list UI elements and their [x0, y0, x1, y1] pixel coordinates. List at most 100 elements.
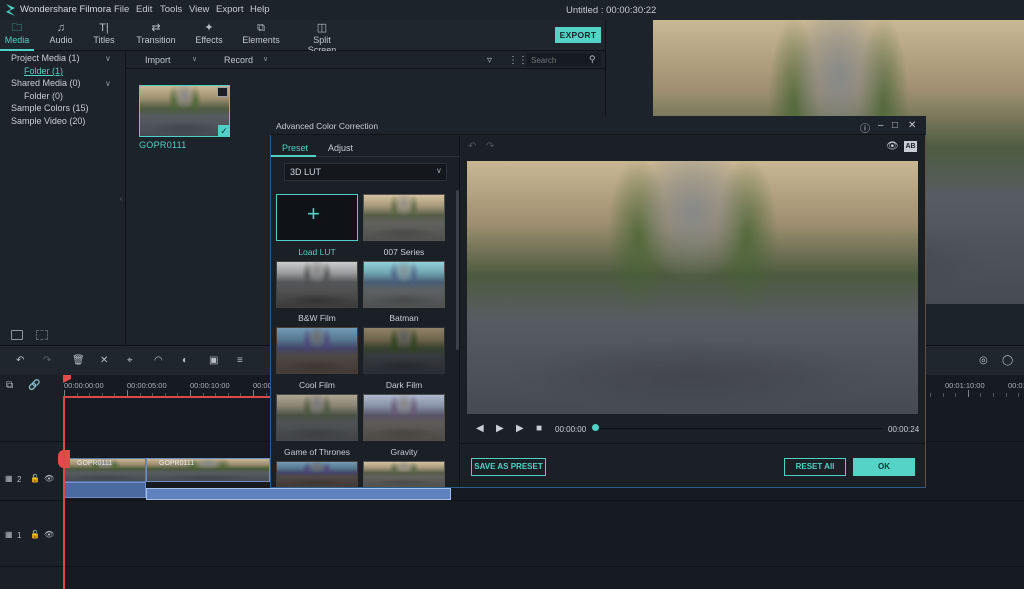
tab-adjust[interactable]: Adjust [328, 143, 353, 153]
playback-progress-track[interactable] [596, 428, 882, 429]
timeline-clip[interactable]: GOPR0111 [64, 458, 146, 482]
cut-icon[interactable]: ✕ [100, 355, 108, 366]
tab-split-screen[interactable]: ◫ Split Screen [299, 22, 345, 55]
active-tab-indicator [271, 155, 316, 157]
preset-dark-film[interactable] [363, 327, 445, 374]
library-sample-colors[interactable]: Sample Colors (15) [11, 103, 89, 113]
menu-export[interactable]: Export [216, 4, 243, 15]
preset-thumbnail[interactable] [276, 461, 358, 487]
undo-icon[interactable]: ↶ [16, 355, 24, 366]
crop-icon[interactable]: ⌖ [127, 355, 133, 366]
tab-titles[interactable]: T| Titles [91, 22, 117, 50]
playback-progress-knob[interactable] [592, 424, 599, 431]
preset-label: Cool Film [299, 380, 335, 390]
color-icon[interactable]: ◐ [182, 355, 188, 366]
audio-waveform[interactable] [64, 482, 146, 498]
delete-icon[interactable]: 🗑 [72, 355, 85, 366]
preset-label: B&W Film [298, 313, 336, 323]
audio-mixer-icon[interactable]: ≡ [237, 355, 243, 366]
tab-audio[interactable]: ♫ Audio [48, 22, 74, 50]
chevron-down-icon[interactable]: ∨ [263, 55, 268, 63]
tab-elements[interactable]: ⧉ Elements [242, 22, 280, 50]
previous-frame-icon[interactable]: ◀ [476, 423, 484, 434]
lock-icon[interactable]: 🔓 [30, 474, 40, 483]
library-shared-media[interactable]: Shared Media (0) [11, 78, 81, 88]
preset-bw-film[interactable] [276, 261, 358, 308]
play-frame-icon[interactable]: ▶ [496, 423, 504, 434]
split-screen-icon: ◫ [316, 22, 328, 34]
compare-ab-icon[interactable]: AB [904, 141, 917, 152]
preset-007-series[interactable] [363, 194, 445, 241]
timeline-clip[interactable]: GOPR0111 [146, 458, 270, 482]
tab-transition[interactable]: ⇄ Transition [136, 22, 176, 50]
preset-label: Gravity [390, 447, 418, 457]
ruler-tick [993, 393, 994, 397]
ruler-label: 00:00:00:00 [64, 381, 104, 390]
filter-icon[interactable]: ▿ [487, 55, 492, 66]
playhead[interactable] [63, 396, 65, 589]
preset-label: Batman [389, 313, 419, 323]
library-folder-1[interactable]: Folder (1) [24, 66, 63, 76]
menu-edit[interactable]: Edit [136, 4, 152, 15]
new-folder-icon[interactable] [11, 330, 23, 340]
redo-icon[interactable]: ↷ [43, 355, 51, 366]
menu-tools[interactable]: Tools [160, 4, 182, 15]
eye-icon[interactable]: 👁 [886, 141, 899, 152]
tab-preset[interactable]: Preset [282, 143, 308, 153]
ruler-tick [930, 393, 931, 397]
tab-effects[interactable]: ✦ Effects [194, 22, 224, 50]
preset-game-of-thrones[interactable] [276, 394, 358, 441]
search-input[interactable] [531, 56, 586, 65]
chevron-down-icon[interactable]: ∨ [105, 54, 111, 63]
marker-icon[interactable]: ◯ [1002, 355, 1013, 366]
import-button[interactable]: Import [145, 55, 171, 65]
eye-icon[interactable]: 👁 [44, 474, 54, 483]
menu-file[interactable]: File [114, 4, 129, 15]
chevron-down-icon[interactable]: ∨ [192, 55, 197, 63]
video-track-icon: ▦ [5, 474, 13, 483]
reset-all-button[interactable]: RESET All [784, 458, 846, 476]
record-button[interactable]: Record [224, 55, 253, 65]
audio-waveform[interactable] [146, 488, 451, 500]
preset-thumbnail[interactable] [363, 461, 445, 487]
menu-view[interactable]: View [189, 4, 209, 15]
close-icon[interactable]: ✕ [908, 120, 916, 131]
lock-icon[interactable]: 🔓 [30, 530, 40, 539]
library-sample-video[interactable]: Sample Video (20) [11, 116, 85, 126]
help-icon[interactable]: ⓘ [860, 120, 870, 135]
menu-help[interactable]: Help [250, 4, 270, 15]
preset-gravity[interactable] [363, 394, 445, 441]
preset-scrollbar[interactable] [456, 190, 459, 350]
panel-collapse-handle[interactable]: ‹ [120, 196, 124, 204]
eye-icon[interactable]: 👁 [44, 530, 54, 539]
chevron-down-icon[interactable]: ∨ [105, 79, 111, 88]
stop-icon[interactable]: ■ [536, 423, 542, 434]
preset-cool-film[interactable] [276, 327, 358, 374]
preset-label: Dark Film [385, 380, 423, 390]
dialog-title: Advanced Color Correction [276, 121, 379, 131]
ok-button[interactable]: OK [853, 458, 915, 476]
library-project-media[interactable]: Project Media (1) [11, 53, 80, 63]
chevron-down-icon[interactable]: ∨ [436, 166, 442, 175]
search-icon[interactable]: ⚲ [589, 54, 596, 65]
preset-label: 007 Series [383, 247, 425, 257]
maximize-icon[interactable]: □ [892, 120, 898, 131]
grid-view-icon[interactable]: ⋮⋮ [508, 55, 528, 66]
link-icon[interactable]: 🔗 [28, 380, 40, 391]
preset-batman[interactable] [363, 261, 445, 308]
filmora-logo-icon [6, 4, 15, 16]
ruler-label: 00:00:10:00 [190, 381, 230, 390]
add-track-icon[interactable]: ⧉ [6, 380, 13, 391]
tab-media[interactable]: 🗀 Media [4, 22, 30, 50]
play-icon[interactable]: ▶ [516, 423, 524, 434]
library-folder-0[interactable]: Folder (0) [24, 91, 63, 101]
green-screen-icon[interactable]: ▣ [209, 355, 218, 366]
speed-icon[interactable]: ◠ [154, 355, 163, 366]
save-as-preset-button[interactable]: SAVE AS PRESET [471, 458, 546, 476]
minimize-icon[interactable]: – [878, 120, 884, 131]
redo-icon[interactable]: ↷ [486, 141, 494, 152]
delete-folder-icon[interactable] [36, 330, 48, 340]
export-button[interactable]: EXPORT [555, 27, 601, 43]
render-preview-icon[interactable]: ◎ [979, 355, 988, 366]
undo-icon[interactable]: ↶ [468, 141, 476, 152]
